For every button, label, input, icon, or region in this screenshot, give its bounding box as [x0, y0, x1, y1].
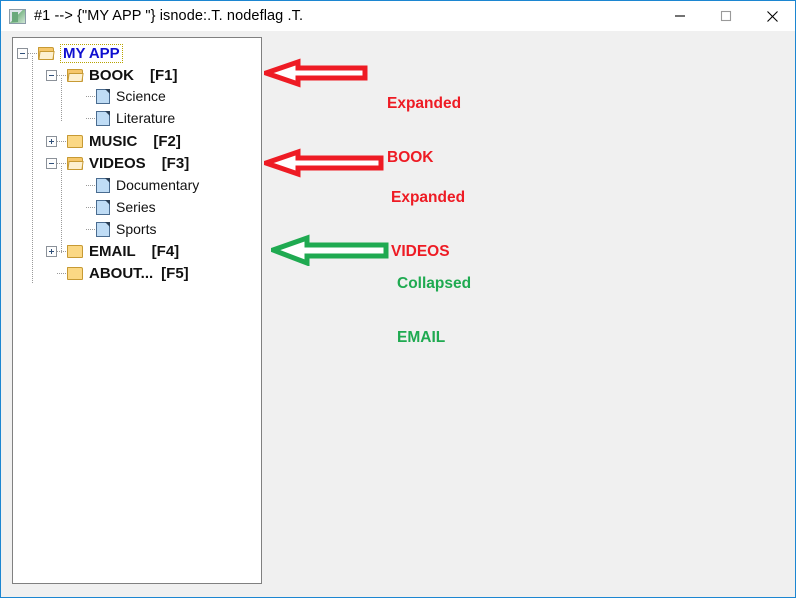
- tree-node-label: BOOK: [89, 66, 134, 84]
- tree-node-label: Science: [116, 88, 166, 104]
- tree-node-shortcut: [F2]: [153, 132, 181, 150]
- folder-closed-icon: [67, 244, 83, 258]
- folder-open-icon: [67, 68, 84, 82]
- left-arrow-outline-icon-book: [258, 58, 368, 93]
- tree-connector-dots: [86, 184, 95, 186]
- expander-none-icon: [75, 113, 86, 124]
- annotation-line-2: EMAIL: [397, 329, 446, 346]
- tree-node-label: Series: [116, 199, 156, 215]
- window-controls: [657, 1, 795, 31]
- image-thumbnail-icon: [9, 8, 26, 24]
- expander-collapse-icon[interactable]: [46, 69, 57, 81]
- tree-connector-dots: [57, 250, 66, 252]
- expander-expand-icon[interactable]: [46, 135, 57, 147]
- window-title: #1 --> {"MY APP "} isnode:.T. nodeflag .…: [34, 8, 304, 24]
- tree-node-my-app[interactable]: MY APP: [17, 42, 123, 64]
- tree-connector-dots: [57, 162, 66, 164]
- folder-closed-icon: [67, 134, 83, 148]
- left-arrow-outline-icon-email: [265, 234, 389, 271]
- tree-node-shortcut: [F1]: [150, 66, 178, 84]
- document-icon: [96, 199, 110, 215]
- tree-node-label: ABOUT...: [89, 264, 154, 282]
- document-icon: [96, 177, 110, 193]
- tree-node-label: Sports: [116, 221, 157, 237]
- tree-node-book[interactable]: BOOK [F1]: [46, 64, 178, 86]
- tree-connector-dots: [28, 52, 37, 54]
- document-icon: [96, 221, 110, 237]
- document-icon: [96, 110, 110, 126]
- app-window: #1 --> {"MY APP "} isnode:.T. nodeflag .…: [0, 0, 796, 598]
- expander-none-icon: [75, 91, 86, 102]
- tree-node-shortcut: [F4]: [151, 242, 180, 260]
- folder-open-icon: [38, 46, 55, 60]
- tree-node-science[interactable]: Science: [75, 85, 166, 107]
- tree-connector-dots: [57, 272, 66, 274]
- annotation-line-1: Expanded: [387, 95, 462, 112]
- title-bar: #1 --> {"MY APP "} isnode:.T. nodeflag .…: [1, 1, 795, 31]
- expander-none-icon: [75, 180, 86, 191]
- tree-connector-dots: [86, 117, 95, 119]
- annotation-collapsed-email: Collapsed EMAIL: [397, 239, 471, 383]
- maximize-button[interactable]: [703, 1, 749, 31]
- tree-node-videos[interactable]: VIDEOS [F3]: [46, 152, 189, 174]
- expander-none-icon: [75, 202, 86, 213]
- tree-node-shortcut: [F5]: [161, 264, 189, 282]
- expander-none-icon: [46, 268, 57, 279]
- tree-node-label: MUSIC: [89, 132, 138, 150]
- tree-view-panel[interactable]: MY APP BOOK [F1] Science Literature MUSI…: [12, 37, 262, 584]
- tree-node-email[interactable]: EMAIL [F4]: [46, 240, 179, 262]
- tree-node-about[interactable]: ABOUT... [F5]: [46, 262, 189, 284]
- tree-connector-line: [32, 56, 33, 284]
- tree-node-series[interactable]: Series: [75, 196, 156, 218]
- tree-node-label: Documentary: [116, 177, 200, 193]
- annotation-line-1: Expanded: [391, 189, 466, 206]
- tree-node-label: VIDEOS: [89, 154, 146, 172]
- left-arrow-outline-icon-videos: [258, 148, 384, 183]
- close-button[interactable]: [749, 1, 795, 31]
- minimize-button[interactable]: [657, 1, 703, 31]
- tree-node-music[interactable]: MUSIC [F2]: [46, 130, 181, 152]
- tree-connector-dots: [86, 95, 95, 97]
- tree-connector-dots: [57, 140, 66, 142]
- expander-expand-icon[interactable]: [46, 245, 57, 257]
- tree-node-label: MY APP: [60, 43, 123, 63]
- tree-connector-dots: [86, 228, 95, 230]
- tree-node-label: Literature: [116, 110, 176, 126]
- tree-connector-dots: [86, 206, 95, 208]
- expander-none-icon: [75, 224, 86, 235]
- annotation-line-1: Collapsed: [397, 275, 472, 292]
- tree-node-documentary[interactable]: Documentary: [75, 174, 199, 196]
- expander-collapse-icon[interactable]: [17, 47, 28, 59]
- document-icon: [96, 88, 110, 104]
- folder-open-icon: [67, 156, 84, 170]
- tree-node-literature[interactable]: Literature: [75, 107, 175, 129]
- tree-node-shortcut: [F3]: [161, 154, 190, 172]
- tree-connector-dots: [57, 74, 66, 76]
- folder-closed-icon: [67, 266, 83, 280]
- tree-node-sports[interactable]: Sports: [75, 218, 156, 240]
- tree-node-label: EMAIL: [89, 242, 136, 260]
- expander-collapse-icon[interactable]: [46, 157, 57, 169]
